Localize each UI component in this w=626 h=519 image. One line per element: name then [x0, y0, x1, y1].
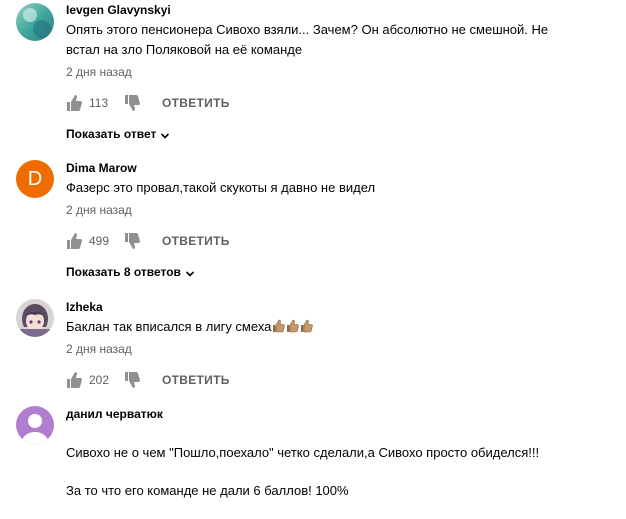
- comment-author[interactable]: Ievgen Glavynskyi: [66, 2, 626, 18]
- default-user-avatar-icon: [16, 406, 54, 444]
- comment-time[interactable]: 2 дня назад: [66, 202, 626, 218]
- like-count: 499: [89, 234, 110, 248]
- comment-text: Баклан так вписался в лигу смеха: [66, 317, 626, 337]
- thumb-down-icon[interactable]: [124, 94, 140, 112]
- comment-time[interactable]: 2 дня назад: [66, 341, 626, 357]
- anime-avatar-icon: [16, 299, 54, 337]
- thumb-up-icon[interactable]: [66, 232, 82, 250]
- show-replies-label: Показать 8 ответов: [66, 265, 181, 279]
- like-count: 202: [89, 373, 110, 387]
- thumb-up-icon[interactable]: [66, 371, 82, 389]
- thumb-up-icon[interactable]: [66, 94, 82, 112]
- avatar[interactable]: [16, 299, 54, 337]
- thumb-down-icon[interactable]: [124, 232, 140, 250]
- chevron-down-icon: [185, 267, 195, 277]
- comment-actions: 113 ОТВЕТИТЬ: [66, 94, 626, 114]
- comment-time[interactable]: 2 дня назад: [66, 64, 626, 80]
- reply-button[interactable]: ОТВЕТИТЬ: [162, 94, 230, 112]
- comment-author[interactable]: Dima Marow: [66, 160, 626, 176]
- reply-button[interactable]: ОТВЕТИТЬ: [162, 371, 230, 389]
- reply-button[interactable]: ОТВЕТИТЬ: [162, 232, 230, 250]
- avatar-gradient-icon: [16, 3, 54, 41]
- avatar[interactable]: [16, 3, 54, 41]
- like-count: 113: [89, 96, 109, 110]
- comment-text-line: За то что его команде не дали 6 баллов! …: [66, 483, 349, 498]
- comment-text: Опять этого пенсионера Сивохо взяли... З…: [66, 22, 549, 57]
- comment-text-line: Сивохо не о чем "Пошло,поехало" четко сд…: [66, 445, 540, 460]
- chevron-down-icon: [160, 129, 170, 139]
- thumbs-up-emoji: [300, 319, 314, 333]
- comment-text-body: Баклан так вписался в лигу смеха: [66, 319, 272, 334]
- comment-author[interactable]: Izheka: [66, 299, 626, 315]
- comment-text: Сивохо не о чем "Пошло,поехало" четко сд…: [66, 424, 626, 519]
- show-replies-button[interactable]: Показать 8 ответов: [66, 264, 195, 280]
- comment-actions: 499 ОТВЕТИТЬ: [66, 232, 626, 252]
- show-replies-label: Показать ответ: [66, 127, 157, 141]
- comment-author[interactable]: данил черватюк: [66, 406, 626, 422]
- thumb-down-icon[interactable]: [124, 371, 140, 389]
- thumbs-up-emoji: [286, 319, 300, 333]
- thumbs-up-emoji: [272, 319, 286, 333]
- comment-text: Фазерс это провал,такой скукоты я давно …: [66, 180, 376, 195]
- avatar[interactable]: D: [16, 160, 54, 198]
- show-replies-button[interactable]: Показать ответ: [66, 126, 170, 142]
- avatar[interactable]: [16, 406, 54, 444]
- comment-actions: 202 ОТВЕТИТЬ: [66, 371, 626, 391]
